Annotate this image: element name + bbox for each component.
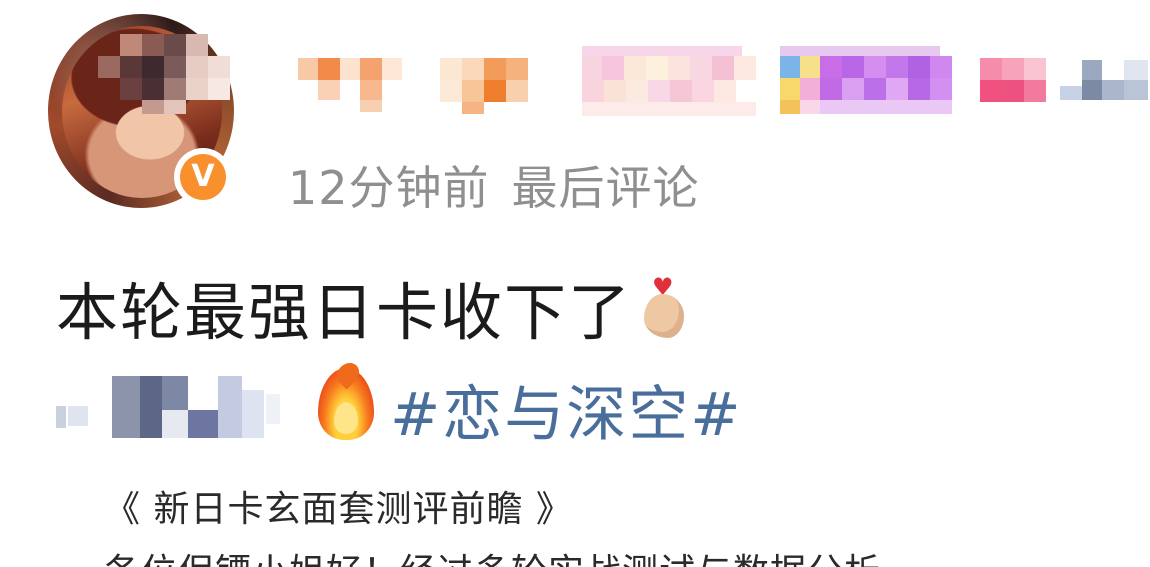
article-title[interactable]: 《 新日卡玄面套测评前瞻 》 (104, 480, 573, 532)
verified-badge-icon: V (174, 148, 232, 206)
avatar-redaction-mosaic (98, 34, 238, 120)
post-status: 最后评论 (511, 161, 700, 215)
post-time: 12分钟前 (288, 161, 490, 215)
topic-link[interactable]: #恋与深空# (390, 366, 743, 453)
post-text: 本轮最强日卡收下了 ♥ (56, 262, 688, 352)
article-body: 各位保镖小姐好！经过多轮实战测试与数据分析 (104, 543, 881, 567)
v-badge-letter: V (180, 154, 226, 200)
tag-line: #恋与深空# (56, 358, 1056, 453)
hand-icon (644, 294, 685, 338)
fire-icon (312, 358, 382, 446)
username-redacted[interactable] (298, 40, 1150, 124)
weibo-post-card: V 12分钟前 最后评论 本轮最强日卡收下了 ♥ #恋与深空# 《 新日卡玄面套… (0, 0, 1150, 567)
post-title-text: 本轮最强日卡收下了 (56, 276, 633, 349)
tag-redacted (56, 376, 288, 438)
post-meta: 12分钟前 最后评论 (288, 152, 700, 218)
finger-heart-icon: ♥ (636, 275, 688, 340)
